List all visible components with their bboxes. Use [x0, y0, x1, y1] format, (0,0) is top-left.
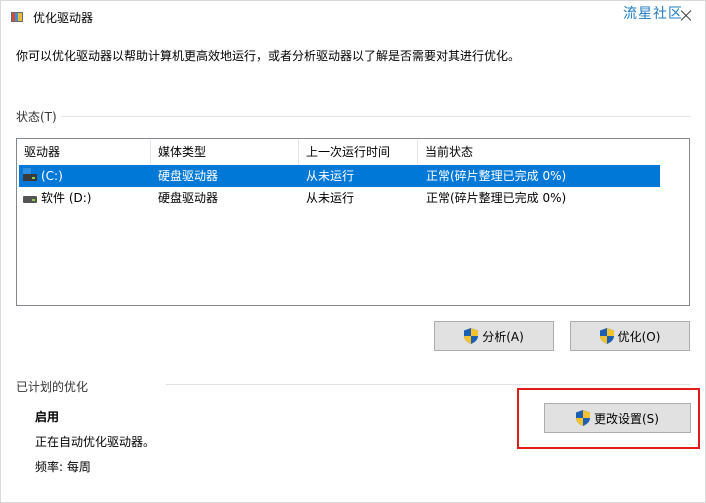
status-section-label: 状态(T) [16, 110, 57, 124]
section-divider [61, 116, 691, 117]
drive-icon [23, 193, 37, 203]
close-button[interactable] [673, 5, 699, 27]
schedule-frequency: 频率: 每周 [35, 460, 91, 474]
column-header-drive[interactable]: 驱动器 [17, 139, 151, 165]
title-bar: 优化驱动器 流星社区 [1, 1, 705, 33]
scheduled-section-label: 已计划的优化 [16, 380, 89, 394]
drive-row-c[interactable]: (C:) 硬盘驱动器 从未运行 正常(碎片整理已完成 0%) [19, 165, 660, 187]
media-type: 硬盘驱动器 [158, 169, 219, 183]
schedule-status: 正在自动优化驱动器。 [35, 435, 156, 449]
highlight-box [517, 388, 700, 449]
current-status: 正常(碎片整理已完成 0%) [426, 169, 567, 183]
section-divider [166, 384, 691, 385]
drive-row-d[interactable]: 软件 (D:) 硬盘驱动器 从未运行 正常(碎片整理已完成 0%) [19, 187, 660, 209]
defrag-app-icon [11, 12, 23, 22]
uac-shield-icon [599, 328, 614, 344]
optimize-drives-window: 优化驱动器 流星社区 你可以优化驱动器以帮助计算机更高效地运行，或者分析驱动器以… [0, 0, 706, 503]
drive-name: (C:) [41, 169, 63, 183]
drive-list[interactable]: 驱动器 媒体类型 上一次运行时间 当前状态 (C:) 硬盘驱动器 从未运行 正常… [16, 138, 690, 306]
window-title: 优化驱动器 [33, 11, 94, 25]
column-header-media-type[interactable]: 媒体类型 [151, 139, 299, 165]
list-header: 驱动器 媒体类型 上一次运行时间 当前状态 [17, 139, 658, 165]
last-run-time: 从未运行 [306, 191, 355, 205]
analyze-button-label: 分析(A) [482, 329, 524, 344]
optimize-button-label: 优化(O) [617, 329, 661, 344]
column-header-current-status[interactable]: 当前状态 [418, 139, 658, 165]
media-type: 硬盘驱动器 [158, 191, 219, 205]
description-text: 你可以优化驱动器以帮助计算机更高效地运行，或者分析驱动器以了解是否需要对其进行优… [16, 49, 521, 63]
uac-shield-icon [464, 328, 479, 344]
current-status: 正常(碎片整理已完成 0%) [426, 191, 567, 205]
system-drive-icon [23, 168, 37, 181]
column-header-last-run[interactable]: 上一次运行时间 [299, 139, 418, 165]
optimize-button[interactable]: 优化(O) [570, 321, 690, 351]
analyze-button[interactable]: 分析(A) [434, 321, 554, 351]
schedule-state: 启用 [35, 410, 60, 424]
last-run-time: 从未运行 [306, 169, 355, 183]
drive-name: 软件 (D:) [41, 191, 92, 205]
